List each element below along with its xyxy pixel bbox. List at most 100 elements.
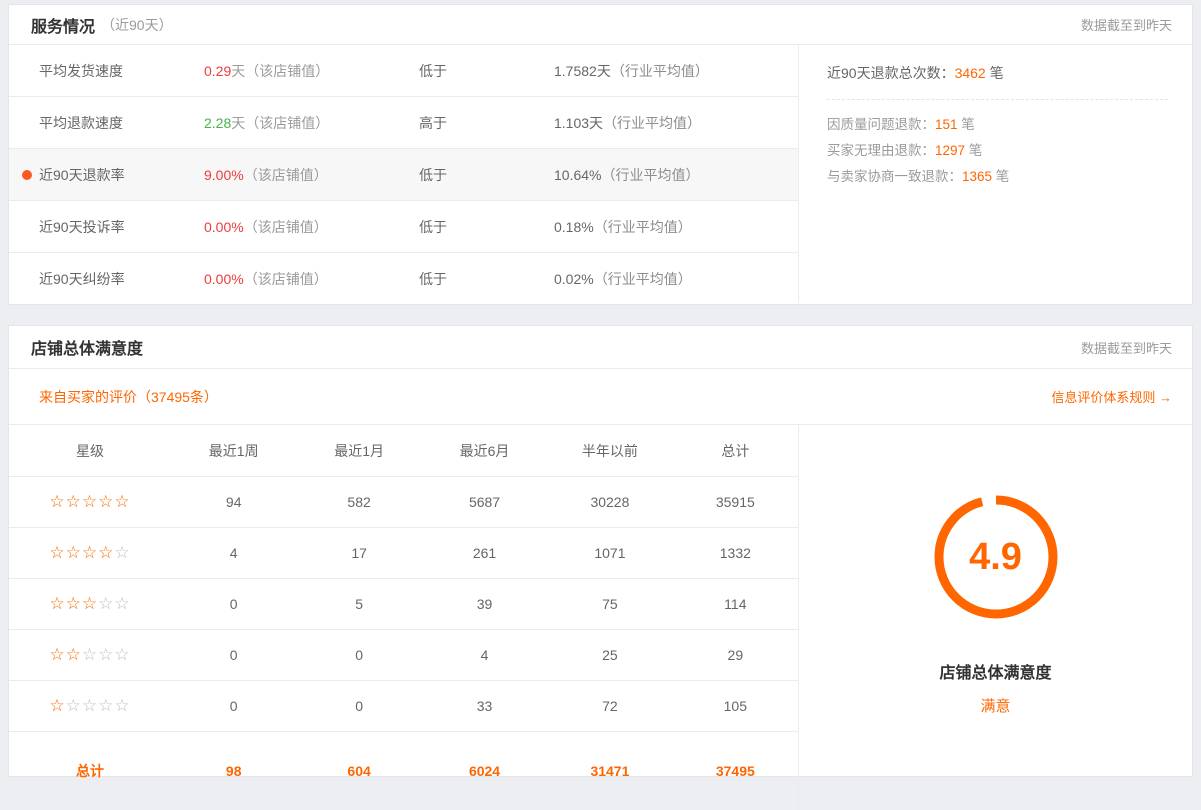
refund-breakdown-list: 因质量问题退款：151 笔买家无理由退款：1297 笔与卖家协商一致退款：136… bbox=[827, 100, 1168, 190]
comparison-text: 低于 bbox=[419, 269, 554, 289]
highlight-dot-icon bbox=[22, 170, 32, 180]
star-rating-icons: ☆☆☆☆☆ bbox=[9, 543, 171, 563]
column-header: 星级 bbox=[9, 441, 171, 461]
column-header: 最近1月 bbox=[296, 441, 421, 461]
metric-label: 平均发货速度 bbox=[9, 61, 204, 81]
rating-count-cell: 582 bbox=[296, 494, 421, 510]
rating-table: 星级最近1周最近1月最近6月半年以前总计☆☆☆☆☆945825687302283… bbox=[9, 425, 799, 810]
refund-breakdown-item: 与卖家协商一致退款：1365 笔 bbox=[827, 164, 1168, 190]
service-header: 服务情况 （近90天） 数据截至到昨天 bbox=[9, 5, 1192, 45]
service-metric-row: 平均退款速度2.28天（该店铺值）高于1.103天（行业平均值） bbox=[9, 97, 798, 149]
total-count-cell: 6024 bbox=[422, 763, 547, 779]
rating-count-cell: 72 bbox=[547, 698, 672, 714]
rating-count-cell: 25 bbox=[547, 647, 672, 663]
rating-count-cell: 105 bbox=[673, 698, 798, 714]
rating-count-cell: 29 bbox=[673, 647, 798, 663]
rating-count-cell: 1071 bbox=[547, 545, 672, 561]
rating-count-cell: 75 bbox=[547, 596, 672, 612]
rating-rules-link[interactable]: 信息评价体系规则 → bbox=[1051, 387, 1172, 406]
rating-count-cell: 5 bbox=[296, 596, 421, 612]
industry-value: 1.103天（行业平均值） bbox=[554, 113, 798, 133]
refund-breakdown-item: 买家无理由退款：1297 笔 bbox=[827, 138, 1168, 164]
refund-total-value: 3462 bbox=[955, 65, 986, 81]
satisfaction-header: 店铺总体满意度 数据截至到昨天 bbox=[9, 326, 1192, 369]
refund-total: 近90天退款总次数：3462 笔 bbox=[827, 63, 1168, 100]
service-title-suffix: （近90天） bbox=[101, 15, 173, 35]
reviews-bar: 来自买家的评价（37495条） 信息评价体系规则 → bbox=[9, 369, 1192, 425]
total-count-cell: 37495 bbox=[673, 763, 798, 779]
rating-count-cell: 0 bbox=[296, 647, 421, 663]
industry-value: 0.02%（行业平均值） bbox=[554, 269, 798, 289]
rating-count-cell: 4 bbox=[422, 647, 547, 663]
service-section: 服务情况 （近90天） 数据截至到昨天 平均发货速度0.29天（该店铺值）低于1… bbox=[8, 4, 1193, 305]
service-title: 服务情况 bbox=[31, 13, 95, 37]
service-data-note: 数据截至到昨天 bbox=[1081, 15, 1172, 34]
rating-count-cell: 5687 bbox=[422, 494, 547, 510]
metric-label: 近90天投诉率 bbox=[9, 217, 204, 237]
rating-row: ☆☆☆☆☆41726110711332 bbox=[9, 528, 798, 579]
rating-count-cell: 0 bbox=[171, 647, 296, 663]
rating-row: ☆☆☆☆☆053975114 bbox=[9, 579, 798, 630]
column-header: 最近1周 bbox=[171, 441, 296, 461]
service-metric-row: 近90天退款率9.00%（该店铺值）低于10.64%（行业平均值） bbox=[9, 149, 798, 201]
comparison-text: 低于 bbox=[419, 217, 554, 237]
metric-label: 平均退款速度 bbox=[9, 113, 204, 133]
shop-value: 0.00%（该店铺值） bbox=[204, 269, 419, 289]
refund-breakdown-item: 因质量问题退款：151 笔 bbox=[827, 112, 1168, 138]
satisfaction-data-note: 数据截至到昨天 bbox=[1081, 338, 1172, 357]
rating-count-cell: 0 bbox=[296, 698, 421, 714]
rating-count-cell: 0 bbox=[171, 698, 296, 714]
service-metrics-table: 平均发货速度0.29天（该店铺值）低于1.7582天（行业平均值）平均退款速度2… bbox=[9, 45, 799, 303]
service-metric-row: 近90天投诉率0.00%（该店铺值）低于0.18%（行业平均值） bbox=[9, 201, 798, 253]
industry-value: 0.18%（行业平均值） bbox=[554, 217, 798, 237]
star-rating-icons: ☆☆☆☆☆ bbox=[9, 696, 171, 716]
service-metric-row: 平均发货速度0.29天（该店铺值）低于1.7582天（行业平均值） bbox=[9, 45, 798, 97]
total-label: 总计 bbox=[9, 761, 171, 781]
star-rating-icons: ☆☆☆☆☆ bbox=[9, 492, 171, 512]
score-ring: 4.9 bbox=[930, 491, 1062, 623]
score-value: 4.9 bbox=[930, 491, 1062, 623]
rating-table-header: 星级最近1周最近1月最近6月半年以前总计 bbox=[9, 425, 798, 477]
service-metric-row: 近90天纠纷率0.00%（该店铺值）低于0.02%（行业平均值） bbox=[9, 253, 798, 305]
buyer-reviews-count: 来自买家的评价（37495条） bbox=[39, 387, 218, 407]
rating-count-cell: 114 bbox=[673, 596, 798, 612]
score-status: 满意 bbox=[980, 695, 1010, 716]
comparison-text: 高于 bbox=[419, 113, 554, 133]
column-header: 半年以前 bbox=[547, 441, 672, 461]
rating-count-cell: 33 bbox=[422, 698, 547, 714]
metric-label: 近90天退款率 bbox=[9, 165, 204, 185]
rating-row: ☆☆☆☆☆0042529 bbox=[9, 630, 798, 681]
shop-value: 9.00%（该店铺值） bbox=[204, 165, 419, 185]
rating-count-cell: 4 bbox=[171, 545, 296, 561]
comparison-text: 低于 bbox=[419, 61, 554, 81]
rating-count-cell: 0 bbox=[171, 596, 296, 612]
rating-total-row: 总计9860460243147137495 bbox=[9, 732, 798, 810]
rating-row: ☆☆☆☆☆003372105 bbox=[9, 681, 798, 732]
comparison-text: 低于 bbox=[419, 165, 554, 185]
star-rating-icons: ☆☆☆☆☆ bbox=[9, 594, 171, 614]
rating-count-cell: 39 bbox=[422, 596, 547, 612]
refund-total-label: 近90天退款总次数： bbox=[827, 65, 955, 81]
satisfaction-title: 店铺总体满意度 bbox=[31, 335, 143, 359]
rating-count-cell: 261 bbox=[422, 545, 547, 561]
industry-value: 10.64%（行业平均值） bbox=[554, 165, 798, 185]
rating-count-cell: 94 bbox=[171, 494, 296, 510]
refund-summary-panel: 近90天退款总次数：3462 笔 因质量问题退款：151 笔买家无理由退款：12… bbox=[799, 45, 1192, 303]
rating-count-cell: 30228 bbox=[547, 494, 672, 510]
overall-score-panel: 4.9 店铺总体满意度 满意 bbox=[799, 425, 1192, 810]
industry-value: 1.7582天（行业平均值） bbox=[554, 61, 798, 81]
total-count-cell: 604 bbox=[296, 763, 421, 779]
rating-count-cell: 35915 bbox=[673, 494, 798, 510]
shop-value: 2.28天（该店铺值） bbox=[204, 113, 419, 133]
total-count-cell: 31471 bbox=[547, 763, 672, 779]
shop-value: 0.00%（该店铺值） bbox=[204, 217, 419, 237]
rating-count-cell: 17 bbox=[296, 545, 421, 561]
score-label: 店铺总体满意度 bbox=[939, 659, 1051, 683]
refund-total-unit: 笔 bbox=[986, 65, 1004, 81]
shop-value: 0.29天（该店铺值） bbox=[204, 61, 419, 81]
rating-row: ☆☆☆☆☆9458256873022835915 bbox=[9, 477, 798, 528]
column-header: 最近6月 bbox=[422, 441, 547, 461]
star-rating-icons: ☆☆☆☆☆ bbox=[9, 645, 171, 665]
satisfaction-section: 店铺总体满意度 数据截至到昨天 来自买家的评价（37495条） 信息评价体系规则… bbox=[8, 325, 1193, 777]
rating-count-cell: 1332 bbox=[673, 545, 798, 561]
